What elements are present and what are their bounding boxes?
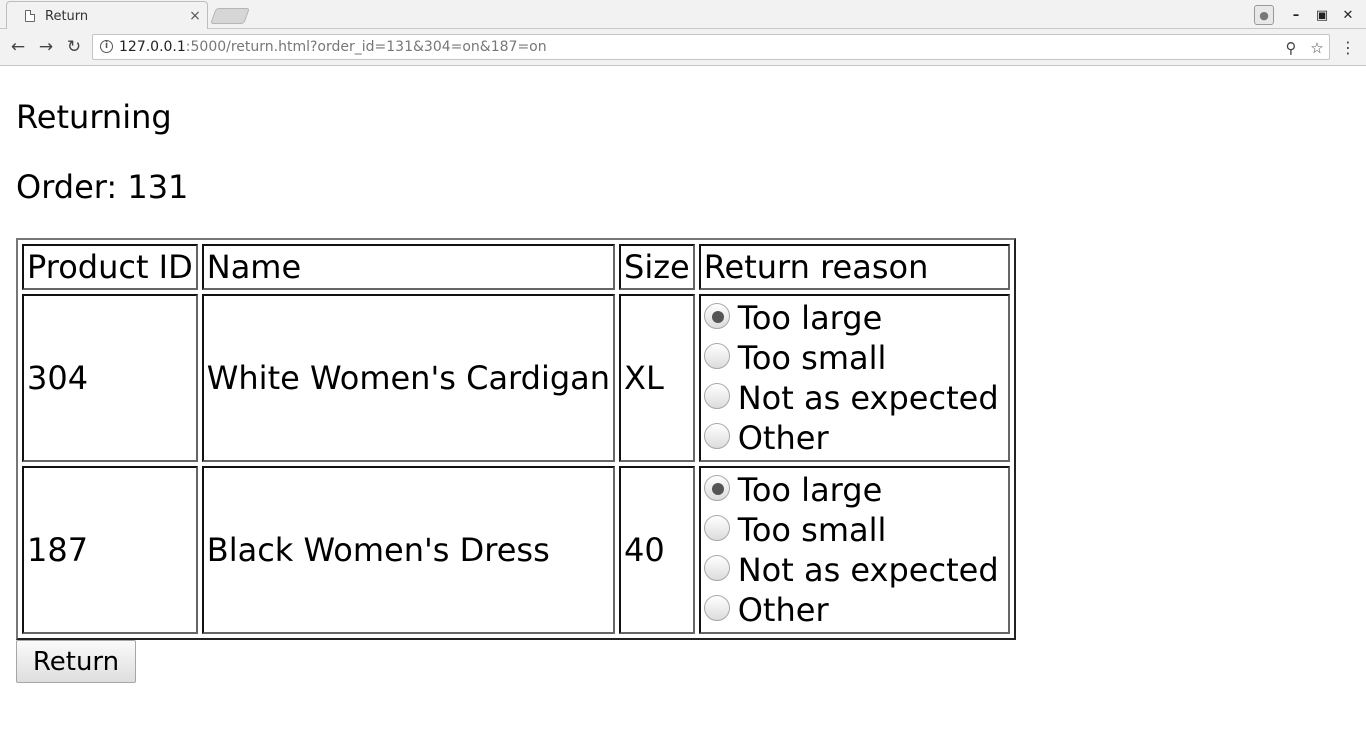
kebab-menu-icon[interactable]: ⋮ [1338,37,1358,57]
radio-too-large[interactable] [703,475,730,501]
cell-return-reason: Too large Too small Not as expected Othe… [698,466,1010,634]
address-bar[interactable]: i 127.0.0.1:5000/return.html?order_id=13… [92,34,1330,60]
table-row: 187 Black Women's Dress 40 Too large Too… [22,466,1010,634]
order-number: Order: 131 [16,168,189,206]
tab-strip: Return × ● – ▣ ✕ [0,0,1366,30]
table-header-row: Product ID Name Size Return reason [22,244,1010,290]
reason-option[interactable]: Too large [703,470,1005,510]
cell-return-reason: Too large Too small Not as expected Othe… [698,294,1010,462]
reason-label: Too large [737,471,883,509]
header-product-id: Product ID [22,244,198,290]
reason-option[interactable]: Not as expected [703,378,1005,418]
info-icon[interactable]: i [100,40,113,53]
reason-option[interactable]: Not as expected [703,550,1005,590]
radio-other[interactable] [703,595,730,621]
reason-option[interactable]: Too small [703,338,1005,378]
url-path: :5000/return.html?order_id=131&304=on&18… [185,39,547,55]
reason-label: Too small [737,511,887,549]
radio-too-small[interactable] [703,515,730,541]
cell-product-id: 304 [22,294,198,462]
cell-size: 40 [619,466,695,634]
document-icon [25,10,35,22]
tab-close-icon[interactable]: × [187,8,203,24]
maximize-icon[interactable]: ▣ [1312,5,1332,25]
page-content: Returning Order: 131 Product ID Name Siz… [0,67,1366,743]
reason-option[interactable]: Too small [703,510,1005,550]
tab-return[interactable]: Return × [6,1,208,30]
profile-icon[interactable]: ● [1254,5,1274,25]
reason-label: Not as expected [737,551,999,589]
reload-icon[interactable]: ↻ [64,37,84,57]
reason-option[interactable]: Too large [703,298,1005,338]
minimize-icon[interactable]: – [1286,5,1306,25]
tab-title: Return [45,8,89,24]
reason-option[interactable]: Other [703,418,1005,458]
cell-size: XL [619,294,695,462]
cell-product-id: 187 [22,466,198,634]
radio-too-small[interactable] [703,343,730,369]
header-return-reason: Return reason [698,244,1010,290]
radio-not-as-expected[interactable] [703,555,730,581]
page-title: Returning [16,98,172,136]
reason-label: Other [737,419,829,457]
window-controls: ● – ▣ ✕ [1254,4,1358,26]
reason-label: Not as expected [737,379,999,417]
cell-name: Black Women's Dress [201,466,616,634]
header-name: Name [201,244,616,290]
radio-too-large[interactable] [703,303,730,329]
new-tab-button[interactable] [210,8,250,24]
forward-arrow-icon[interactable]: → [36,37,56,57]
back-arrow-icon[interactable]: ← [8,37,28,57]
close-window-icon[interactable]: ✕ [1338,5,1358,25]
reason-label: Too small [737,339,887,377]
header-size: Size [619,244,695,290]
url-text[interactable]: 127.0.0.1:5000/return.html?order_id=131&… [119,39,547,56]
table-row: 304 White Women's Cardigan XL Too large … [22,294,1010,462]
url-host: 127.0.0.1 [119,39,186,55]
cell-name: White Women's Cardigan [201,294,616,462]
return-items-table: Product ID Name Size Return reason 304 W… [16,238,1016,640]
reason-label: Other [737,591,829,629]
reason-label: Too large [737,299,883,337]
radio-not-as-expected[interactable] [703,383,730,409]
reason-option[interactable]: Other [703,590,1005,630]
star-icon[interactable]: ☆ [1309,39,1325,57]
return-submit-button[interactable]: Return [16,640,136,683]
zoom-icon[interactable]: ⚲ [1283,39,1299,57]
browser-toolbar: ← → ↻ i 127.0.0.1:5000/return.html?order… [0,29,1366,66]
radio-other[interactable] [703,423,730,449]
